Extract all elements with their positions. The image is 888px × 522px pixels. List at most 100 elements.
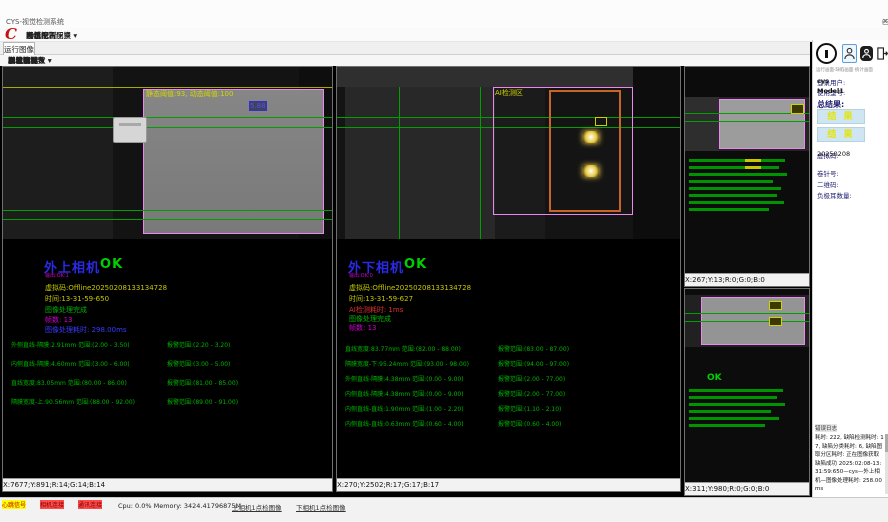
- annotation-line: [689, 396, 777, 399]
- measurement-row: 直线宽度:83.77mm 范围:(82.00 - 88.00) 报警范围:(83…: [337, 344, 680, 354]
- middle-output-line: 输出:OK:0: [349, 272, 373, 279]
- menubar: C 系统配置 相机配置 通讯配置 IO手配置 ▾ 光源控制配置 ▾ 查看 ▾ 系…: [0, 28, 888, 42]
- result-box-bottom: 结 果: [817, 127, 865, 142]
- app-window: CYS-视觉检测系统 — ▢ ✕ C 系统配置 相机配置 通讯配置 IO手配置 …: [0, 0, 888, 522]
- measurement-row: 外侧直线-隔膜:4.38mm 范围:(0.00 - 9.00) 报警范围:(2.…: [337, 374, 680, 384]
- bright-feature: [583, 165, 599, 177]
- detection-line-green: [3, 127, 332, 128]
- titlebar: CYS-视觉检测系统 — ▢ ✕: [0, 0, 888, 28]
- detection-line-green-vertical: [399, 87, 400, 239]
- login-value: cys: [817, 77, 829, 85]
- camera-view-small-bottom: OK X:311;Y:980;R:0;G:0;B:0: [684, 288, 810, 496]
- feature-marker-yellow: [791, 104, 804, 114]
- left-process-done: 图像处理完成: [45, 305, 87, 315]
- log-tab-error[interactable]: 错误日志: [815, 424, 837, 432]
- annotation-line: [689, 194, 777, 197]
- feature-marker-yellow: [595, 117, 607, 126]
- exit-door-icon: [876, 46, 888, 61]
- middle-pixel-coordinates: X:270;Y:2502;R:17;G:17;B:17: [337, 478, 680, 491]
- camera-view-left: 静态阈值:93, 动态阈值:100 5.88 外上相机OK 输出:OK:1 虚拟…: [2, 66, 333, 492]
- middle-camera-image[interactable]: AI检测区: [337, 67, 680, 239]
- camera-view-middle: AI检测区 外下相机OK 输出:OK:0 虚拟码:Offline20250208…: [336, 66, 681, 492]
- middle-barcode: 虚拟码:Offline20250208133134728: [349, 283, 471, 293]
- feature-marker-yellow: [769, 301, 782, 310]
- annotation-line: [689, 159, 785, 162]
- tab-run-image[interactable]: 运行图像: [3, 42, 35, 55]
- close-button[interactable]: ✕: [882, 17, 888, 26]
- reference-line-yellow: [3, 87, 332, 88]
- bright-feature: [583, 131, 599, 143]
- barcode-value: 20250208: [817, 150, 850, 158]
- annotation-line: [689, 403, 785, 406]
- user-icon: [844, 47, 855, 60]
- detection-line-green: [685, 321, 809, 322]
- machine-slab: [345, 87, 495, 239]
- left-process-time: 图像处理耗时: 298.00ms: [45, 325, 127, 335]
- user-login-button[interactable]: [842, 44, 857, 63]
- machine-background: [633, 67, 680, 239]
- annotation-line: [689, 208, 769, 211]
- detection-line-green-vertical: [480, 87, 481, 239]
- view-switch-links[interactable]: 运行画面·缺陷画面·统计画面: [816, 67, 873, 73]
- product-region-outline: [143, 89, 324, 234]
- cpu-memory-status: Cpu: 0.0% Memory: 3424.41796875M: [118, 502, 241, 510]
- side-panel: 运行画面·缺陷画面·统计画面 登录用户: cys 使用型号: Model1 总结…: [812, 40, 888, 497]
- exit-button[interactable]: [875, 44, 888, 63]
- measurement-row: 隔膜宽度-上:90.56mm 范围:(88.00 - 92.00) 报警范围:(…: [3, 397, 332, 407]
- machine-block: [685, 97, 719, 151]
- menu-item-language-switch[interactable]: 系统语言切换: [26, 30, 71, 41]
- measurement-row: 内侧直线-隔膜:4.38mm 范围:(0.00 - 9.00) 报警范围:(2.…: [337, 389, 680, 399]
- detection-line-green: [3, 117, 332, 118]
- annotation-line: [689, 180, 773, 183]
- small-bottom-camera-image[interactable]: OK: [685, 289, 809, 482]
- bottom-camera-check-link[interactable]: 下相机1点检图像: [296, 502, 346, 512]
- annotation-line: [689, 410, 771, 413]
- annotation-line: [689, 173, 787, 176]
- left-frame-count: 帧数: 13: [45, 315, 73, 325]
- user-account-button[interactable]: [860, 46, 873, 61]
- middle-ok-status: OK: [404, 257, 427, 272]
- app-logo-icon: C: [5, 25, 17, 43]
- ai-detection-rect: [549, 90, 621, 212]
- left-pixel-coordinates: X:7677;Y:891;R:14;G:14;B:14: [3, 478, 332, 491]
- middle-frame-count: 帧数: 13: [349, 323, 377, 333]
- measurement-row: 外侧直线-隔膜:2.91mm 范围:(2.00 - 3.50) 报警范围:(2.…: [3, 340, 332, 350]
- heartbeat-status-badge: 心跳信号: [2, 500, 26, 509]
- measurement-row: 直线宽度:83.05mm 范围:(80.00 - 86.00) 报警范围:(81…: [3, 378, 332, 388]
- annotation-highlight: [745, 166, 761, 169]
- roll-number-label: 卷针号:: [817, 168, 839, 178]
- left-camera-image[interactable]: 静态阈值:93, 动态阈值:100 5.88: [3, 67, 332, 239]
- annotation-line: [689, 417, 779, 420]
- left-ok-status: OK: [100, 257, 123, 272]
- toolbar: 相机配置 AI使用配置 相机调试 高级设置 点检设置 ▾ 图像处理 ▾ 基准线参…: [0, 55, 810, 66]
- detection-line-green: [685, 313, 809, 314]
- small-top-camera-image[interactable]: [685, 67, 809, 273]
- small-top-pixel-coordinates: X:267;Y:13;R:0;G:0;B:0: [685, 273, 809, 286]
- middle-time: 时间:13-31-59-627: [349, 294, 413, 304]
- detection-line-green: [685, 121, 809, 122]
- top-camera-check-link[interactable]: 上相机1点检图像: [232, 502, 282, 512]
- measure-overlay-label: 5.88: [249, 101, 267, 111]
- ai-region-label: AI检测区: [495, 88, 523, 98]
- qr-code-label: 二维码:: [817, 179, 839, 189]
- machine-background: [3, 67, 113, 239]
- camera-connection-badge: 相机连接: [40, 500, 64, 509]
- camera-view-small-top: X:267;Y:13;R:0;G:0;B:0: [684, 66, 810, 287]
- pause-button[interactable]: [816, 43, 837, 64]
- result-box-top: 结 果: [817, 109, 865, 124]
- connector-object: [113, 117, 147, 143]
- user-dark-icon: [862, 48, 871, 59]
- tool-item-other-settings[interactable]: 其它设置 ▾: [8, 55, 44, 66]
- connector-detail: [119, 123, 141, 126]
- comm-connection-badge: 通讯连接: [78, 500, 102, 509]
- threshold-overlay-text: 静态阈值:93, 动态阈值:100: [146, 89, 233, 99]
- machine-rail: [337, 67, 680, 87]
- detection-line-green: [3, 210, 332, 211]
- left-barcode: 虚拟码:Offline20250208133134728: [45, 283, 167, 293]
- left-output-line: 输出:OK:1: [45, 272, 69, 279]
- tab-strip: 运行图像: [0, 42, 810, 55]
- model-value[interactable]: Model1: [817, 87, 844, 95]
- measurement-row: 内侧直线-隔膜:4.60mm 范围:(3.00 - 6.00) 报警范围:(3.…: [3, 359, 332, 369]
- annotation-line: [689, 424, 765, 427]
- measurement-row: 隔膜宽度-下:95.24mm 范围:(93.00 - 98.00) 报警范围:(…: [337, 359, 680, 369]
